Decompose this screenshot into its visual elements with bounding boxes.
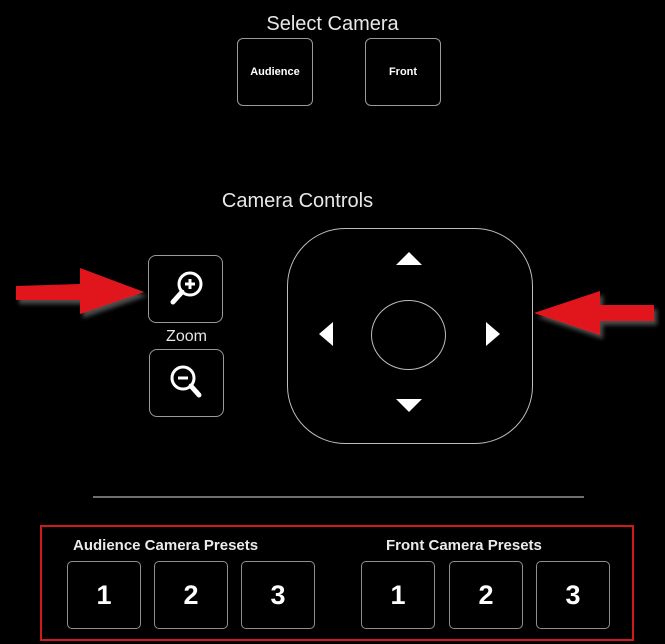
front-preset-2-button[interactable]: 2 (449, 561, 523, 629)
front-preset-3-button[interactable]: 3 (536, 561, 610, 629)
pan-up-button[interactable] (396, 252, 422, 265)
red-pointer-arrow-right-icon (534, 291, 654, 335)
camera-audience-button[interactable]: Audience (237, 38, 313, 106)
zoom-in-icon (170, 271, 202, 305)
section-divider (93, 496, 584, 498)
zoom-out-button[interactable] (149, 349, 224, 417)
audience-preset-1-button[interactable]: 1 (67, 561, 141, 629)
zoom-out-icon (170, 365, 201, 398)
pan-left-button[interactable] (319, 322, 333, 346)
camera-controls-title: Camera Controls (221, 190, 374, 212)
pan-down-button[interactable] (396, 399, 422, 412)
zoom-in-button[interactable] (148, 255, 223, 323)
pan-center-button[interactable] (371, 300, 446, 370)
front-preset-1-button[interactable]: 1 (361, 561, 435, 629)
pan-right-button[interactable] (486, 322, 500, 346)
red-pointer-arrow-left-icon (16, 268, 144, 314)
select-camera-title: Select Camera (266, 13, 399, 35)
audience-presets-label: Audience Camera Presets (73, 537, 259, 554)
camera-front-button[interactable]: Front (365, 38, 441, 106)
audience-preset-3-button[interactable]: 3 (241, 561, 315, 629)
front-presets-label: Front Camera Presets (386, 537, 542, 554)
zoom-label: Zoom (166, 328, 207, 345)
audience-preset-2-button[interactable]: 2 (154, 561, 228, 629)
